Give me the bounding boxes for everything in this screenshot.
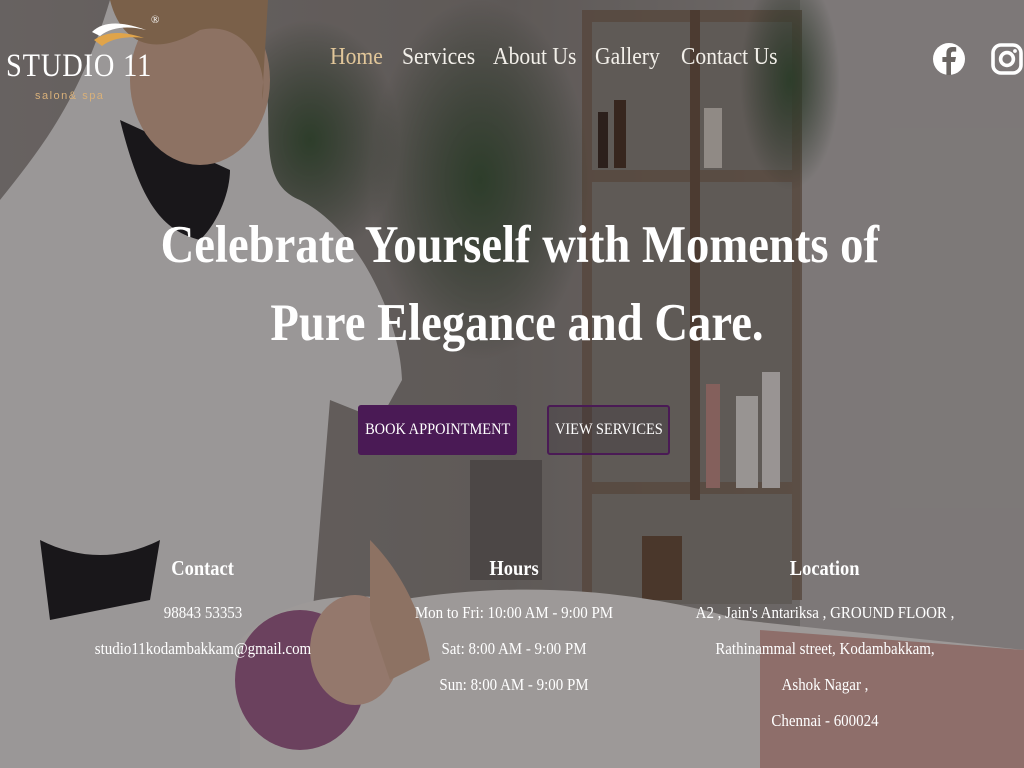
- logo-swoosh-icon: [92, 23, 146, 46]
- nav-about-us[interactable]: About Us: [493, 44, 585, 74]
- contact-section: Contact 98843 53353 studio11kodambakkam@…: [43, 554, 363, 667]
- location-address-line-1: A2 , Jain's Antariksa , GROUND FLOOR ,: [695, 603, 955, 622]
- contact-phone[interactable]: 98843 53353: [62, 595, 344, 631]
- hero-headline-line-2: Pure Elegance and Care.: [270, 294, 764, 352]
- hours-section: Hours Mon to Fri: 10:00 AM - 9:00 PM Sat…: [354, 554, 674, 703]
- hours-heading: Hours: [489, 556, 539, 580]
- view-services-button[interactable]: VIEW SERVICES: [547, 405, 670, 455]
- contact-heading: Contact: [171, 556, 235, 580]
- hours-saturday: Sat: 8:00 AM - 9:00 PM: [441, 639, 587, 658]
- main-navigation: Home Services About Us Gallery Contact U…: [330, 44, 781, 74]
- book-appointment-button[interactable]: BOOK APPOINTMENT: [358, 405, 517, 455]
- book-appointment-label: BOOK APPOINTMENT: [364, 421, 511, 438]
- contact-email[interactable]: studio11kodambakkam@gmail.com: [62, 631, 344, 667]
- brand-logo[interactable]: ® STUDIO 11 salon& spa: [6, 14, 160, 114]
- nav-gallery[interactable]: Gallery: [595, 44, 672, 74]
- hours-weekdays: Mon to Fri: 10:00 AM - 9:00 PM: [414, 603, 614, 622]
- facebook-icon[interactable]: [932, 34, 966, 84]
- location-section: Location A2 , Jain's Antariksa , GROUND …: [665, 554, 985, 739]
- social-links: [932, 34, 1024, 84]
- hero-headline-line-1: Celebrate Yourself with Moments of: [160, 216, 880, 274]
- hero-headline: Celebrate Yourself with Moments of Pure …: [112, 206, 922, 362]
- brand-tagline: salon& spa: [35, 90, 105, 102]
- nav-home[interactable]: Home: [330, 44, 395, 74]
- view-services-label: VIEW SERVICES: [554, 421, 663, 438]
- nav-services[interactable]: Services: [402, 44, 484, 74]
- location-address-line-4: Chennai - 600024: [771, 711, 879, 730]
- hours-sunday: Sun: 8:00 AM - 9:00 PM: [439, 675, 589, 694]
- instagram-icon[interactable]: [990, 34, 1024, 84]
- registered-mark: ®: [151, 14, 160, 26]
- location-heading: Location: [790, 556, 860, 580]
- location-address-line-2: Rathinammal street, Kodambakkam,: [715, 639, 935, 658]
- location-address-line-3: Ashok Nagar ,: [781, 675, 869, 694]
- nav-contact-us[interactable]: Contact Us: [681, 44, 778, 74]
- brand-name: STUDIO 11: [6, 48, 153, 84]
